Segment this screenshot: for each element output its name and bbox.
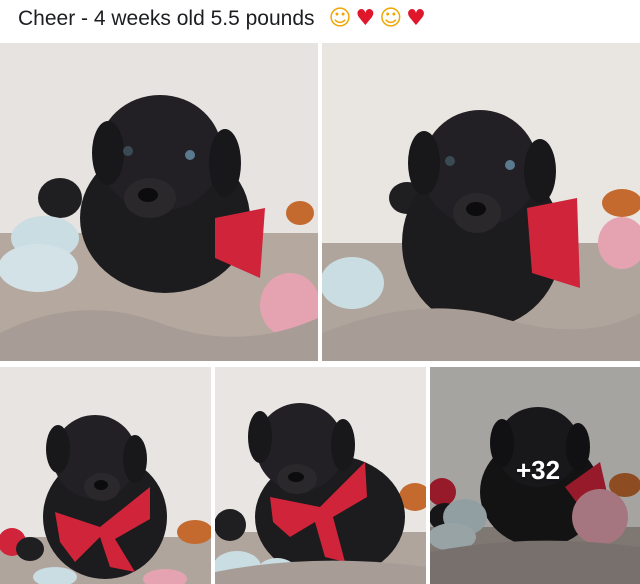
photo-tile-3[interactable] xyxy=(0,367,211,584)
photo-tile-1[interactable] xyxy=(0,43,318,361)
more-photos-overlay[interactable]: +32 xyxy=(430,367,640,584)
more-photos-count: +32 xyxy=(515,455,561,485)
red-heart-icon: ♥ xyxy=(406,6,426,31)
photo-tile-2[interactable] xyxy=(322,43,640,361)
puppy-photo-2 xyxy=(322,43,640,361)
photo-tile-4[interactable] xyxy=(215,367,426,584)
post-caption: Cheer - 4 weeks old 5.5 pounds xyxy=(18,7,315,30)
post-header: Cheer - 4 weeks old 5.5 pounds ☺ ♥ ☺ ♥ xyxy=(0,0,640,38)
red-heart-icon: ♥ xyxy=(355,6,376,31)
puppy-photo-3 xyxy=(0,367,211,584)
photo-tile-5-more[interactable]: +32 xyxy=(430,367,640,584)
smiling-face-with-hearts-icon: ☺ xyxy=(328,6,352,31)
puppy-photo-4 xyxy=(215,367,426,584)
smiling-face-with-hearts-icon: ☺ xyxy=(379,6,403,31)
caption-emojis: ☺ ♥ ☺ ♥ xyxy=(329,8,426,30)
puppy-photo-1 xyxy=(0,43,318,361)
